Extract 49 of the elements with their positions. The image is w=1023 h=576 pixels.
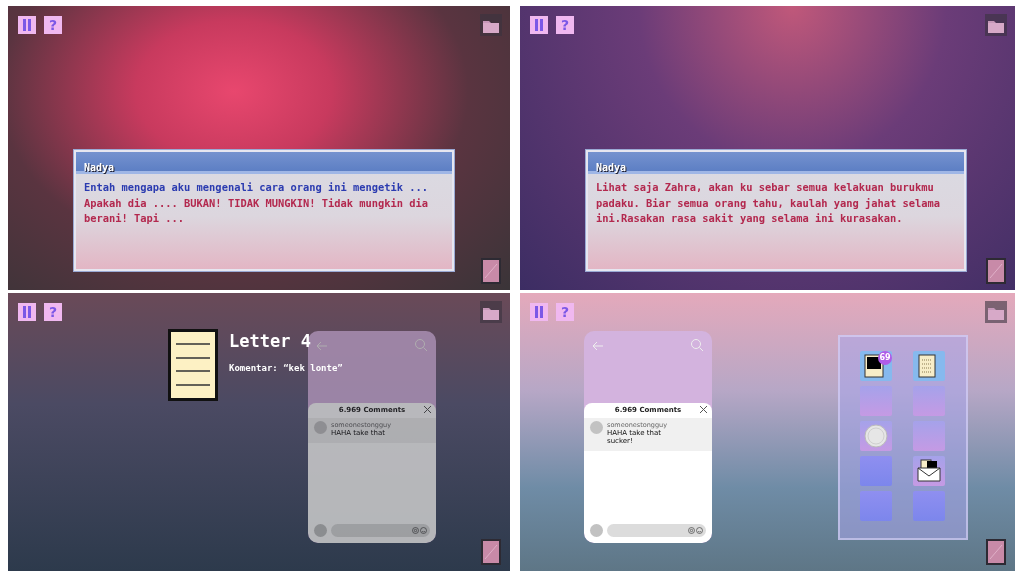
search-icon[interactable] xyxy=(414,338,428,352)
comment-input[interactable] xyxy=(607,524,706,537)
notebook-icon[interactable] xyxy=(986,258,1006,284)
pause-icon xyxy=(22,306,32,318)
dialogue-text: Apakah dia .... BUKAN! TIDAK MUNGKIN! Tidak mungkin dia berani! Tapi ... xyxy=(84,195,430,226)
letter-comment: Komentar: “kek lonte” xyxy=(229,363,343,373)
dialogue-text: Lihat saja Zahra, akan ku sebar semua kelakuan burukmu padaku. Biar semua orang tahu, kaulah yang jahat selama ini.Rasakan rasa sakit yang selama ini kurasakan. xyxy=(596,180,942,226)
speaker-name: Nadya xyxy=(596,162,627,173)
pause-icon xyxy=(534,19,544,31)
pause-button[interactable] xyxy=(530,16,548,34)
avatar-circle xyxy=(590,421,603,434)
pause-button[interactable] xyxy=(18,303,36,321)
help-button[interactable]: ? xyxy=(44,16,62,34)
back-icon[interactable] xyxy=(316,341,328,351)
help-button[interactable]: ? xyxy=(556,16,574,34)
letter-icon xyxy=(168,329,218,401)
notebook-icon[interactable] xyxy=(986,539,1006,565)
notebook-icon[interactable] xyxy=(481,539,501,565)
avatar-circle xyxy=(314,421,327,434)
folder-icon[interactable] xyxy=(480,14,502,36)
comment-input[interactable] xyxy=(331,524,430,537)
pause-icon xyxy=(534,306,544,318)
folder-icon[interactable] xyxy=(985,301,1007,323)
inventory-slot[interactable]: 69 xyxy=(860,351,892,381)
plate-icon xyxy=(864,424,888,448)
count-badge: 69 xyxy=(878,351,892,365)
letter-title: Letter 4 xyxy=(229,331,311,351)
emoji-icon[interactable] xyxy=(696,527,703,534)
mention-icon[interactable] xyxy=(688,527,695,534)
avatar-circle xyxy=(314,524,327,537)
back-icon[interactable] xyxy=(592,341,604,351)
pause-icon xyxy=(22,19,32,31)
folder-icon[interactable] xyxy=(985,14,1007,36)
pause-button[interactable] xyxy=(530,303,548,321)
mention-icon[interactable] xyxy=(412,527,419,534)
help-button[interactable]: ? xyxy=(556,303,574,321)
help-button[interactable]: ? xyxy=(44,303,62,321)
emoji-icon[interactable] xyxy=(420,527,427,534)
search-icon[interactable] xyxy=(690,338,704,352)
envelope-icon xyxy=(917,459,941,483)
speaker-name: Nadya xyxy=(84,162,115,173)
folder-icon[interactable] xyxy=(480,301,502,323)
pause-button[interactable] xyxy=(18,16,36,34)
close-icon[interactable] xyxy=(700,406,707,413)
close-icon[interactable] xyxy=(424,406,431,413)
notebook-icon[interactable] xyxy=(481,258,501,284)
inventory-slot[interactable] xyxy=(913,456,945,486)
dialogue-text: Entah mengapa aku mengenali cara orang ini mengetik ... xyxy=(84,180,430,195)
avatar-circle xyxy=(590,524,603,537)
